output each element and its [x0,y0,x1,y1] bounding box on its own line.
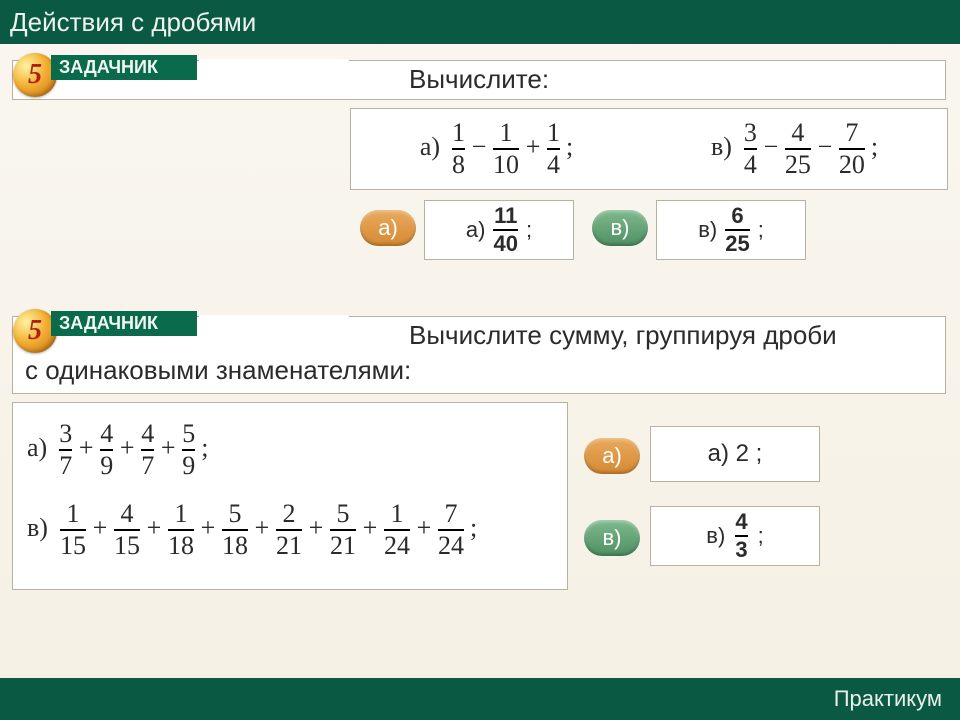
expr-p2-v: в)115+415+118+518+221+521+124+724; [27,501,553,559]
ans-p2-v-prefix: в) [706,523,725,549]
ans-p1-v-frac: 6 25 [725,205,749,255]
ans-p1-v-num: 6 [731,205,743,227]
ans-p1-a-den: 40 [493,233,517,255]
ans-p2-v-tail: ; [758,523,764,549]
ans-p1-a-prefix: а) [466,217,486,243]
problem1-title: Вычислите: [409,64,549,95]
answer-p1-v: в) 6 25 ; [656,200,806,260]
ans-p1-a-num: 11 [494,205,517,227]
badge-label: ЗАДАЧНИК [51,55,197,80]
pill-p1-a[interactable]: а) [360,210,416,246]
ans-p1-a-frac: 11 40 [493,205,517,255]
problem2-box: ЗАДАЧНИК Вычислите сумму, группируя дроб… [12,316,946,394]
pill-p1-v-label: в) [610,215,629,241]
ans-p2-v-frac: 4 3 [735,511,747,561]
problem1-box: ЗАДАЧНИК Вычислите: [12,60,946,100]
ans-p2-v-den: 3 [735,539,747,561]
problem2-expressions: а)37+49+47+59; в)115+415+118+518+221+521… [12,402,568,590]
expr-p2-a: а)37+49+47+59; [27,421,553,479]
ans-p1-a-tail: ; [526,217,532,243]
pill-p2-a-label: а) [602,443,622,469]
ans-p1-v-den: 25 [725,233,749,255]
pill-p2-v[interactable]: в) [584,520,640,556]
pill-p2-a[interactable]: а) [584,438,640,474]
pill-p1-a-label: а) [378,215,398,241]
ans-p1-v-prefix: в) [698,217,717,243]
answer-p2-v: в) 4 3 ; [650,506,820,566]
footer-text: Практикум [834,686,942,712]
answer-p2-a: а) 2 ; [650,426,820,482]
problem2-title-line1: Вычислите сумму, группируя дроби [409,320,837,351]
page-title: Действия с дробями [0,0,960,44]
page-title-text: Действия с дробями [10,7,256,38]
expr-p1-v: в)34−425−720; [711,120,878,178]
problem2-title-line2: с одинаковыми знаменателями: [25,355,411,386]
ans-p2-v-num: 4 [735,511,747,533]
pill-p1-v[interactable]: в) [592,210,648,246]
badge-label-2: ЗАДАЧНИК [51,311,197,336]
ans-p1-v-tail: ; [758,217,764,243]
badge-blank-2 [199,315,349,349]
badge-blank [199,59,349,93]
problem1-expressions: а)18−110+14; в)34−425−720; [350,108,948,190]
ans-p2-a-text: а) 2 ; [708,440,763,468]
answer-p1-a: а) 11 40 ; [424,200,574,260]
pill-p2-v-label: в) [602,525,621,551]
expr-p1-a: а)18−110+14; [420,120,573,178]
footer-bar: Практикум [0,678,960,720]
